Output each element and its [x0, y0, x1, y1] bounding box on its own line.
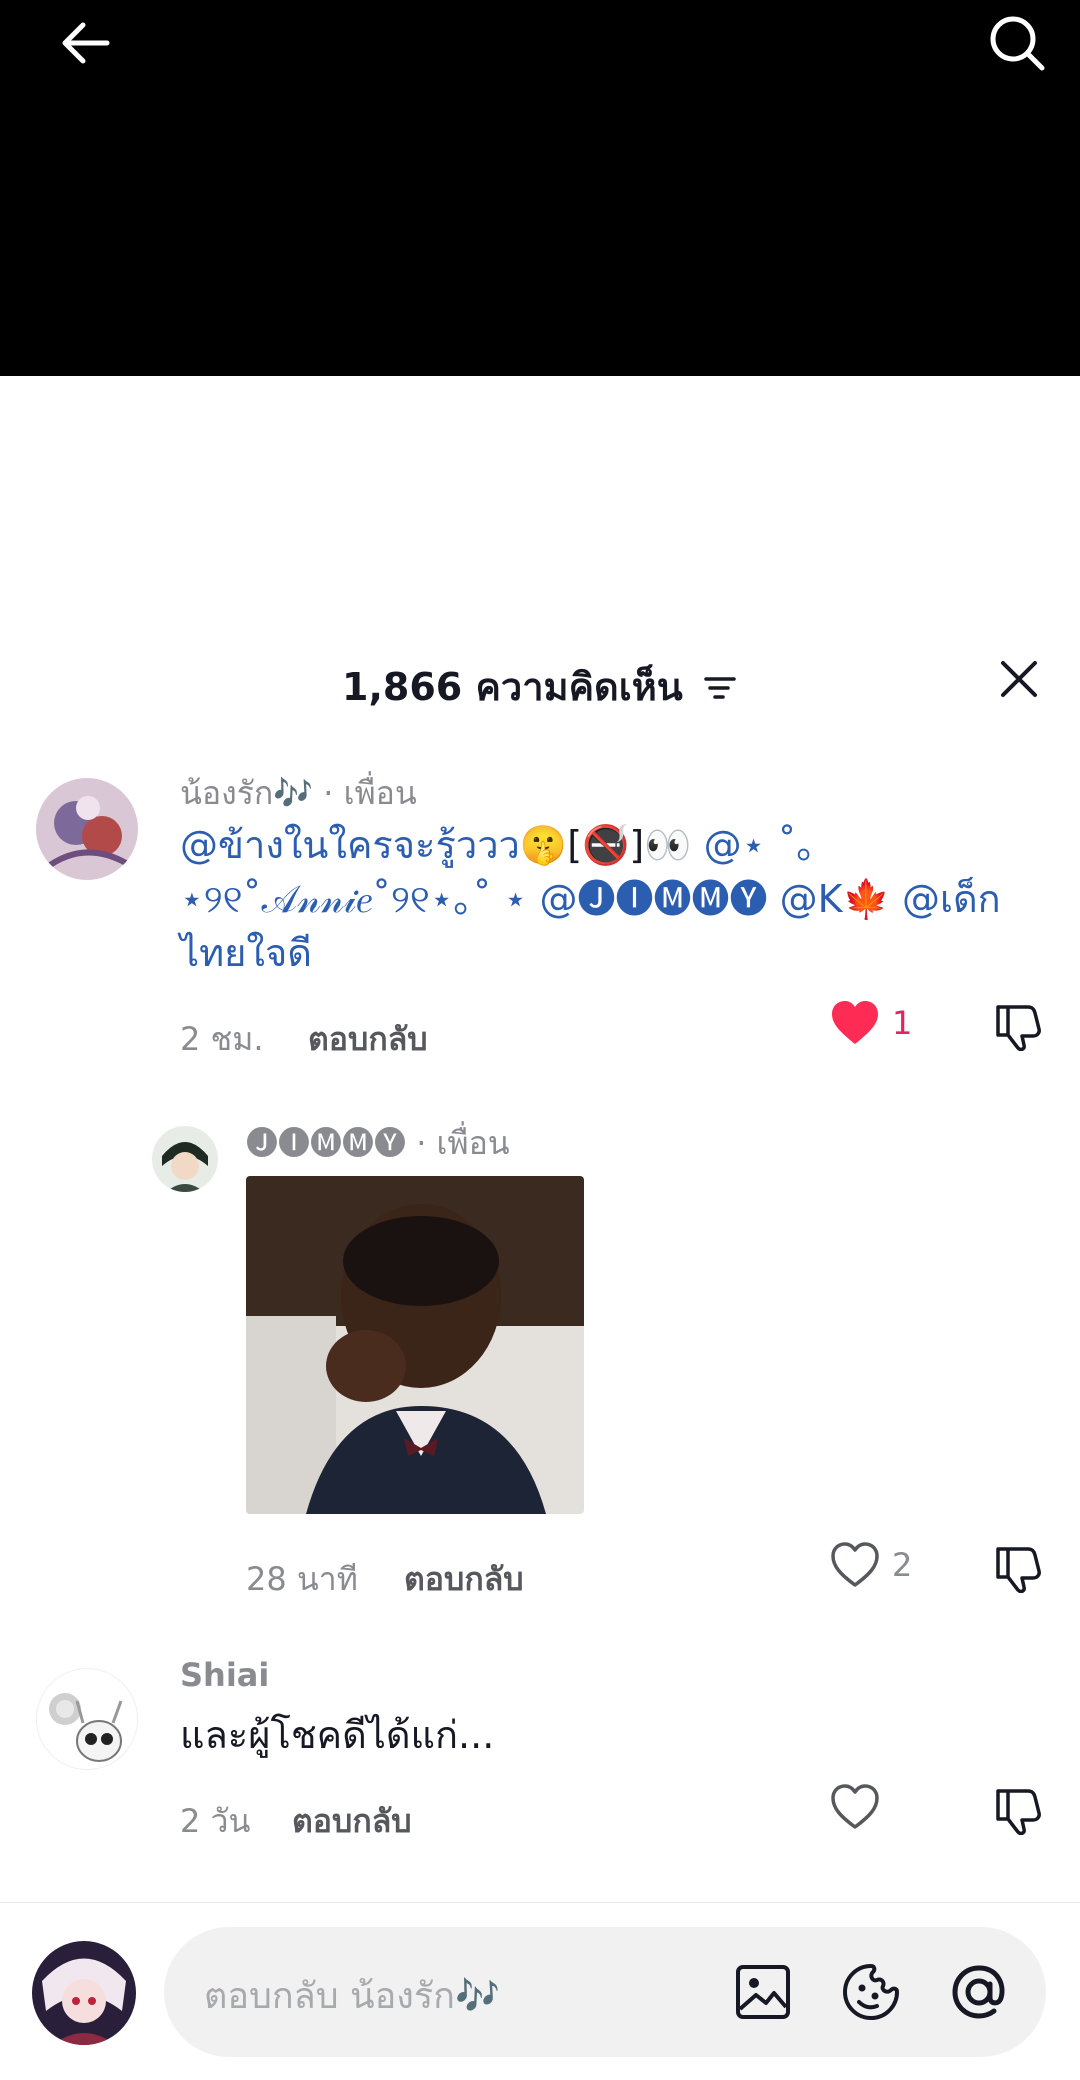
friend-label: · เพื่อน [416, 1124, 510, 1162]
comment-text: @ข้างในใครจะรู้ววว🤫[🚭]👀 @⋆ ˚｡⋆୨୧˚𝒜𝓃𝓃𝒾𝑒˚୨… [180, 818, 1040, 980]
comment-input-placeholder: ตอบกลับ น้องรัก🎶 [204, 1976, 500, 2017]
search-icon [990, 16, 1045, 71]
mention-button[interactable] [942, 1955, 1016, 2029]
reply-button[interactable]: ตอบกลับ [404, 1554, 524, 1605]
video-player-area[interactable] [0, 0, 1080, 376]
dislike-button[interactable] [990, 1540, 1046, 1596]
emoji-icon [843, 1964, 899, 2020]
close-comments-button[interactable] [988, 648, 1050, 710]
reply-button[interactable]: ตอบกลับ [308, 1014, 428, 1065]
comment-timestamp: 28 นาที [246, 1560, 358, 1598]
like-button[interactable]: 1 [830, 1000, 912, 1046]
back-arrow-icon [62, 22, 110, 64]
emoji-button[interactable] [834, 1955, 908, 2029]
my-avatar[interactable] [32, 1941, 136, 2045]
thumbs-down-icon [996, 1547, 1041, 1593]
comments-title: 1,866 ความคิดเห็น [0, 656, 1080, 717]
comment-username[interactable]: 🅙🅘🅜🅜🅨 · เพื่อน [246, 1118, 510, 1169]
avatar[interactable] [36, 778, 138, 880]
comment-username[interactable]: Shiai [180, 1656, 269, 1694]
comment-username[interactable]: น้องรัก🎶 · เพื่อน [180, 768, 417, 819]
comment-timestamp: 2 ชม. [180, 1020, 264, 1058]
friend-label: · เพื่อน [323, 774, 417, 812]
dislike-button[interactable] [990, 998, 1046, 1054]
like-button[interactable]: 2 [830, 1542, 912, 1588]
comment-input[interactable]: ตอบกลับ น้องรัก🎶 [164, 1927, 1046, 2057]
mention-link[interactable]: @K🍁 [780, 877, 890, 921]
comment-count-title: 1,866 ความคิดเห็น [342, 665, 683, 709]
heart-icon [832, 1001, 878, 1044]
image-icon [736, 1965, 790, 2019]
mention-link[interactable]: @ข้างในใครจะรู้ววว [180, 823, 520, 867]
back-button[interactable] [50, 8, 120, 78]
sort-button[interactable] [702, 668, 738, 712]
mention-link[interactable]: @🅙🅘🅜🅜🅨 [540, 877, 768, 921]
image-button[interactable] [726, 1955, 800, 2029]
dislike-button[interactable] [990, 1782, 1046, 1838]
close-icon [1001, 661, 1037, 697]
comment-emoji-text: 🤫[🚭]👀 [519, 823, 692, 867]
gif-image[interactable] [246, 1176, 584, 1514]
reply-button[interactable]: ตอบกลับ [292, 1796, 412, 1847]
heart-icon [831, 1784, 879, 1829]
comment-text: และผู้โชคดีได้แก่... [180, 1713, 495, 1757]
sort-icon [704, 676, 736, 699]
comment-input-bar: ตอบกลับ น้องรัก🎶 [0, 1902, 1080, 2080]
like-button[interactable] [830, 1784, 880, 1830]
heart-icon [831, 1542, 879, 1587]
at-icon [952, 1965, 1005, 2019]
thumbs-down-icon [996, 1005, 1041, 1051]
thumbs-down-icon [996, 1789, 1041, 1835]
avatar[interactable] [36, 1668, 138, 1770]
comments-header: 1,866 ความคิดเห็น [0, 640, 1080, 720]
search-button[interactable] [982, 8, 1052, 78]
like-count: 1 [892, 1004, 913, 1042]
avatar[interactable] [152, 1126, 218, 1192]
comment-timestamp: 2 วัน [180, 1802, 251, 1840]
like-count: 2 [892, 1546, 913, 1584]
